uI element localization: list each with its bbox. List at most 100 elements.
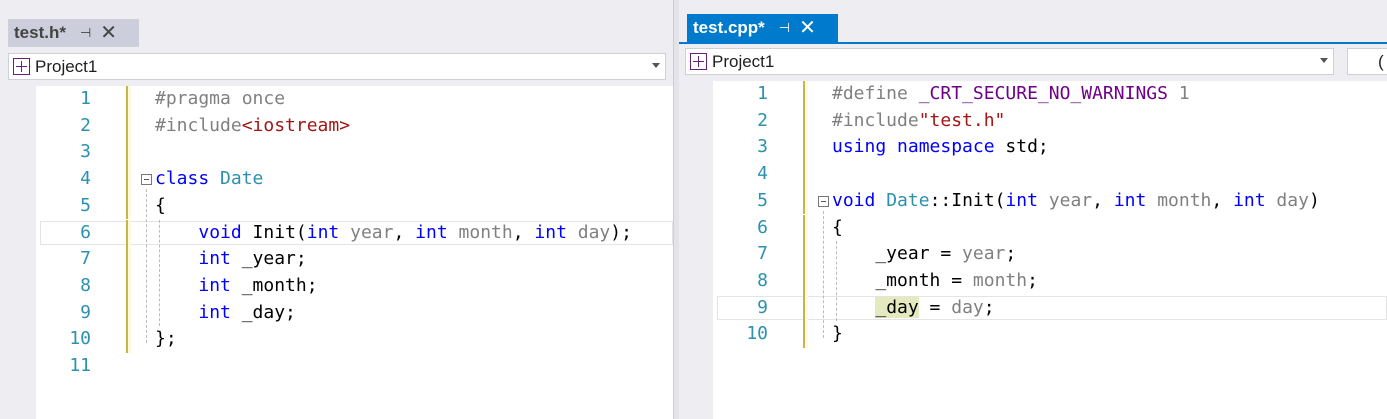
code-text: using namespace std; [832,134,1049,161]
code-line[interactable]: 1 #define _CRT_SECURE_NO_WARNINGS 1 [685,81,1387,108]
code-line[interactable]: 6{ [685,214,1387,242]
code-token: #pragma once [155,88,286,109]
code-token: void [832,189,876,211]
code-text: class Date [155,166,263,193]
code-line[interactable]: 1 #pragma once [8,86,673,113]
code-line[interactable]: 10}; [8,326,673,353]
code-token: day [577,221,611,243]
code-line[interactable]: 4 class Date [8,166,673,193]
line-number: 9 [757,296,768,318]
pin-icon[interactable]: ⊣ [80,25,91,41]
code-text: } [832,321,843,348]
change-marker [126,246,131,273]
code-line[interactable]: 9 int _day; [8,299,673,327]
line-number: 7 [80,248,91,270]
code-line[interactable]: 6 void Init(int year, int month, int day… [8,219,673,247]
code-editor[interactable]: 1 #pragma once 2 #include<iostream> 3 4 class … [8,86,673,419]
code-line[interactable]: 2 #include<iostream> [8,112,673,140]
code-token: }; [155,328,177,350]
code-text: int _day; [155,300,296,327]
change-marker [803,81,808,108]
code-text: void Init(int year, int month, int day); [155,220,632,247]
project-dropdown[interactable]: Project1 [685,48,1334,75]
change-marker [126,299,131,327]
change-marker [126,219,131,247]
editor-pane-test-h: test.h* ⊣ ✕ Project1 1 #pragma once 2 #incl… [0,0,673,419]
close-icon[interactable]: ✕ [100,23,117,43]
fold-guide [146,188,147,343]
code-token: <iostream> [241,114,351,136]
line-number: 2 [757,109,768,131]
code-token: ) [1308,189,1320,211]
code-token: _day; [230,301,296,323]
chevron-down-icon[interactable] [1320,58,1328,63]
line-number: 9 [80,301,91,323]
collapse-icon[interactable] [141,174,152,186]
code-token: , [393,221,416,243]
change-marker [126,86,131,113]
line-number: 6 [80,221,91,243]
scope-dropdown[interactable]: ( [1347,48,1387,75]
code-token: _day [875,296,919,318]
change-marker [126,166,131,193]
line-number: 3 [80,141,91,163]
code-line[interactable]: 4 [685,161,1387,188]
code-line[interactable]: 5{ [8,192,673,220]
close-icon[interactable]: ✕ [799,18,816,38]
code-token: _year; [230,248,307,270]
change-marker [126,326,131,353]
code-text: int _year; [155,246,307,273]
code-line[interactable]: 10} [685,321,1387,348]
code-text: #pragma once [155,86,285,113]
chevron-down-icon[interactable] [652,63,660,68]
project-icon [13,58,30,75]
line-number: 1 [80,88,91,109]
code-token: using [832,136,887,158]
change-marker [803,134,808,162]
code-token: #include [155,114,242,136]
line-number: 8 [757,269,768,291]
code-token: int [198,248,231,270]
pin-icon[interactable]: ⊣ [779,20,790,36]
code-editor[interactable]: 1 #define _CRT_SECURE_NO_WARNINGS 1 2 #incl… [685,81,1387,419]
change-marker [803,214,808,242]
project-dropdown[interactable]: Project1 [8,53,666,80]
code-token: 1 [1167,83,1190,104]
code-token: Date [220,168,264,190]
change-marker [126,192,131,220]
code-line[interactable]: 3 [8,139,673,167]
code-token: ; [983,296,995,318]
collapse-icon[interactable] [818,195,829,207]
code-line[interactable]: 5 void Date::Init(int year, int month, in… [685,187,1387,215]
code-token: int [415,221,448,243]
code-line[interactable]: 2 #include"test.h" [685,107,1387,135]
code-line[interactable]: 3 using namespace std; [685,134,1387,162]
code-token: _year = [832,243,963,265]
code-token: void [198,221,242,243]
code-text: int _month; [155,273,317,300]
code-text: _month = month; [832,268,1038,295]
change-marker [803,187,808,215]
tab-test-h[interactable]: test.h* ⊣ ✕ [8,19,139,47]
code-line[interactable]: 8 _month = month; [685,267,1387,295]
line-number: 8 [80,274,91,296]
line-number: 10 [69,328,91,350]
code-line[interactable]: 7 _year = year; [685,241,1387,268]
code-line[interactable]: 9 _day = day; [685,294,1387,322]
code-line[interactable]: 7 int _year; [8,246,673,273]
code-text: #include"test.h" [832,108,1005,135]
code-line[interactable]: 11 [8,353,673,380]
fold-guide [823,210,824,338]
line-number: 5 [80,194,91,216]
line-number: 6 [757,216,768,238]
code-line[interactable]: 8 int _month; [8,272,673,300]
code-token: int [534,221,567,243]
code-token: { [155,194,166,216]
tab-test-cpp[interactable]: test.cpp* ⊣ ✕ [687,14,838,42]
